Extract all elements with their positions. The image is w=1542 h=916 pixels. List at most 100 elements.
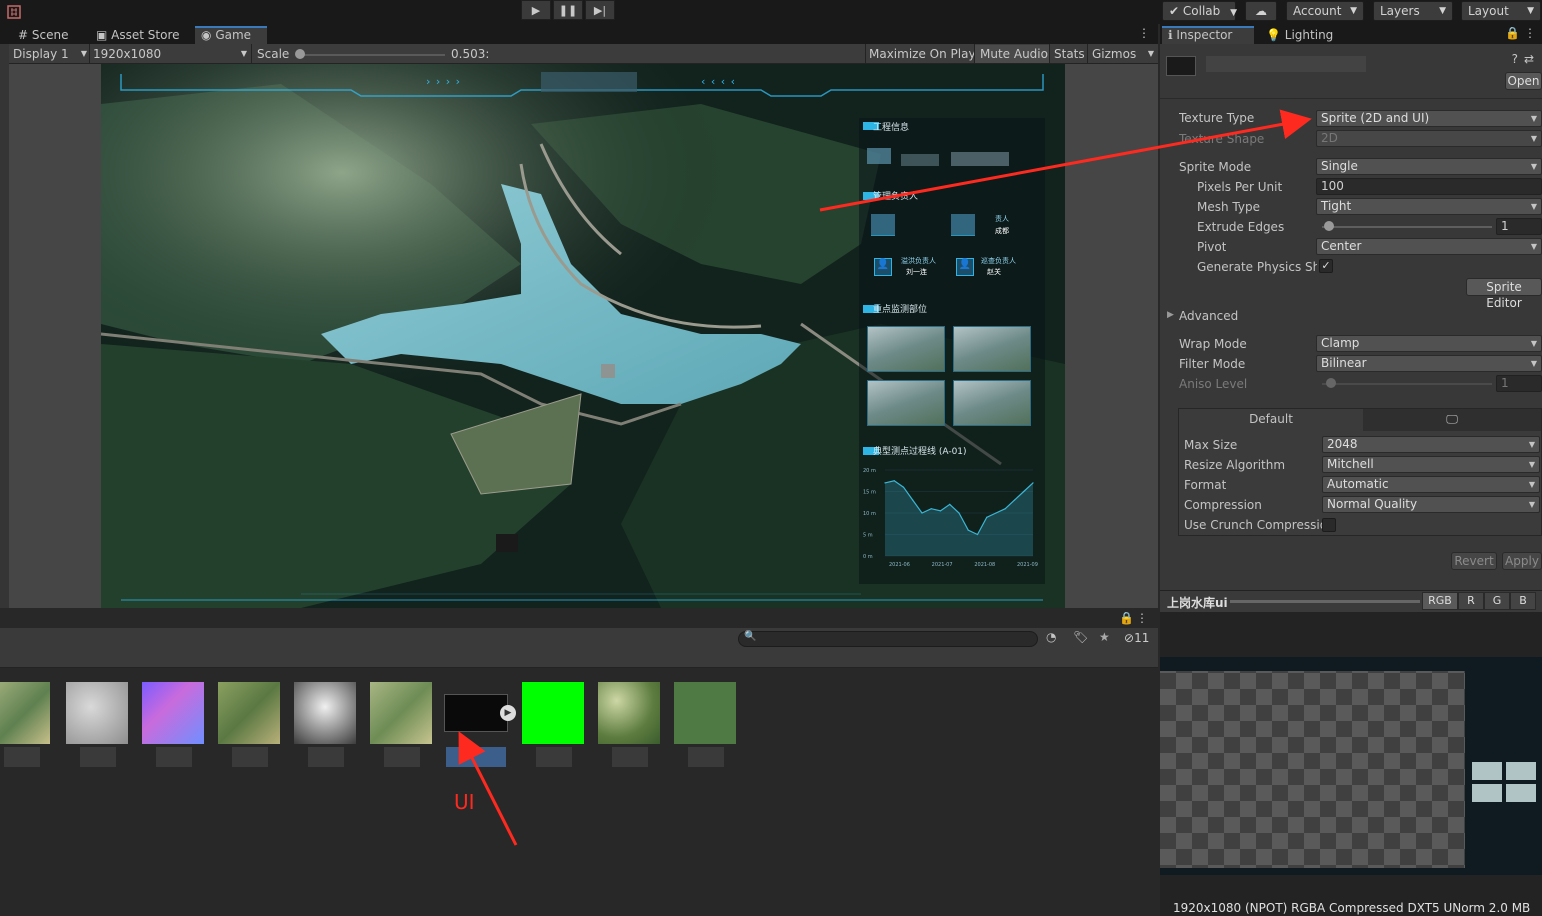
scene-tabbar: # Scene ▣ Asset Store ◉ Game ⋮ [0, 24, 1158, 45]
asset-label [536, 747, 572, 767]
aniso-level-field: 1 [1496, 375, 1542, 392]
lock-icon[interactable]: 🔒 [1119, 611, 1134, 625]
asset-preview-icon [1166, 56, 1196, 76]
open-button[interactable]: Open [1505, 72, 1542, 90]
stats-toggle[interactable]: Stats [1054, 45, 1085, 63]
mesh-type-dropdown[interactable]: Tight ▼ [1316, 198, 1542, 215]
compression-dropdown[interactable]: Normal Quality ▼ [1322, 496, 1540, 513]
tab-platform-standalone[interactable]: 🖵 [1363, 409, 1541, 431]
chart-point [967, 529, 969, 531]
display-dropdown[interactable]: Display 1 ▼ [13, 45, 89, 63]
asset-label [156, 747, 192, 767]
more-options-icon[interactable]: ⋮ [1138, 26, 1150, 40]
asset-thumbnail[interactable] [370, 682, 432, 744]
extrude-slider-handle[interactable] [1324, 221, 1334, 231]
game-render[interactable]: › › › › ‹ ‹ ‹ ‹ 工程信息 管理负责人 责人 成都 👤 溢洪负责人… [101, 64, 1065, 608]
texture-shape-dropdown: 2D ▼ [1316, 130, 1542, 147]
channel-r-toggle[interactable]: R [1458, 592, 1484, 610]
more-options-icon[interactable]: ⋮ [1524, 26, 1536, 40]
asset-label [308, 747, 344, 767]
foldout-arrow-icon[interactable]: ▶ [1167, 310, 1174, 320]
asset-thumbnail[interactable] [66, 682, 128, 744]
more-options-icon[interactable]: ⋮ [1136, 611, 1148, 625]
channel-rgb-toggle[interactable]: RGB [1422, 592, 1458, 610]
advanced-foldout[interactable]: Advanced [1179, 309, 1238, 323]
layers-dropdown[interactable]: Layers ▼ [1373, 1, 1453, 21]
maximize-on-play-toggle[interactable]: Maximize On Play [869, 45, 976, 63]
play-preview-icon[interactable]: ▶ [500, 705, 516, 721]
preset-icon[interactable]: ⇄ [1524, 52, 1534, 66]
preview-thumb [1472, 784, 1502, 802]
chart-point [884, 482, 886, 484]
scale-slider-track[interactable] [297, 54, 445, 56]
favorite-star-icon[interactable]: ★ [1099, 630, 1110, 644]
asset-thumbnail[interactable] [674, 682, 736, 744]
extrude-edges-field[interactable]: 1 [1496, 218, 1542, 235]
collab-button[interactable]: ✔ Collab ▼ [1162, 1, 1237, 21]
pause-button[interactable]: ❚❚ [553, 0, 583, 20]
cloud-button[interactable]: ☁ [1245, 1, 1277, 21]
scale-slider-handle[interactable] [295, 49, 305, 59]
extrude-slider-track[interactable] [1322, 226, 1492, 228]
max-size-dropdown[interactable]: 2048 ▼ [1322, 436, 1540, 453]
tab-lighting[interactable]: 💡 Lighting [1260, 26, 1339, 45]
help-icon[interactable]: ? [1512, 52, 1518, 66]
game-view[interactable]: › › › › ‹ ‹ ‹ ‹ 工程信息 管理负责人 责人 成都 👤 溢洪负责人… [9, 64, 1158, 608]
chart-x-tick: 2021-08 [974, 562, 995, 568]
unity-menu-icon[interactable] [6, 4, 22, 20]
mute-audio-toggle[interactable]: Mute Audio [975, 45, 1049, 63]
pixels-per-unit-field[interactable]: 100 [1316, 178, 1542, 195]
sprite-editor-button[interactable]: Sprite Editor [1466, 278, 1542, 310]
tab-game[interactable]: ◉ Game [195, 26, 267, 45]
asset-thumbnail[interactable] [294, 682, 356, 744]
resolution-dropdown[interactable]: 1920x1080 ▼ [93, 45, 249, 63]
filter-mode-dropdown[interactable]: Bilinear ▼ [1316, 355, 1542, 372]
channel-g-toggle[interactable]: G [1484, 592, 1510, 610]
aniso-level-label: Aniso Level [1179, 377, 1248, 391]
info-tile [867, 148, 891, 164]
use-crunch-checkbox[interactable] [1322, 518, 1336, 532]
asset-thumbnail[interactable] [522, 682, 584, 744]
filter-by-type-icon[interactable]: ◔ [1046, 630, 1056, 644]
chart-point [912, 499, 914, 501]
format-dropdown[interactable]: Automatic ▼ [1322, 476, 1540, 493]
play-button[interactable]: ▶ [521, 0, 551, 20]
sprite-mode-dropdown[interactable]: Single ▼ [1316, 158, 1542, 175]
channel-b-toggle[interactable]: B [1510, 592, 1536, 610]
monitor-thumbnail [867, 326, 945, 372]
account-dropdown[interactable]: Account ▼ [1286, 1, 1364, 21]
chart-y-tick: 20 m [863, 468, 876, 474]
tab-asset-store[interactable]: ▣ Asset Store [90, 26, 186, 45]
tab-scene[interactable]: # Scene [12, 26, 74, 45]
filter-by-label-icon[interactable]: 🏷 [1073, 630, 1088, 644]
panel-title-managers: 管理负责人 [873, 192, 919, 202]
asset-thumbnail[interactable] [218, 682, 280, 744]
revert-button[interactable]: Revert [1451, 552, 1497, 570]
chart-point [958, 512, 960, 514]
process-line-chart: 20 m 15 m 10 m 5 m 0 m 2021-06 2021-07 2021-08 2… [861, 464, 1039, 574]
step-button[interactable]: ▶| [585, 0, 615, 20]
asset-name-field [1206, 56, 1366, 72]
inspector-tabbar: ℹ Inspector 💡 Lighting 🔒 ⋮ [1160, 24, 1542, 45]
wrap-mode-dropdown[interactable]: Clamp ▼ [1316, 335, 1542, 352]
search-input[interactable]: 🔍 [738, 631, 1038, 647]
texture-type-dropdown[interactable]: Sprite (2D and UI) ▼ [1316, 110, 1542, 127]
pivot-dropdown[interactable]: Center ▼ [1316, 238, 1542, 255]
asset-thumbnail[interactable] [598, 682, 660, 744]
ui-texture-thumbnail[interactable] [444, 694, 508, 732]
preview-mip-slider[interactable] [1230, 600, 1420, 603]
person1-role: 溢洪负责人 [901, 257, 936, 265]
lock-icon[interactable]: 🔒 [1505, 26, 1520, 40]
tab-inspector[interactable]: ℹ Inspector [1162, 26, 1254, 45]
asset-thumbnail[interactable] [0, 682, 50, 744]
chevron-down-icon: ▼ [1530, 359, 1537, 368]
hidden-packages-toggle[interactable]: ⊘11 [1124, 631, 1149, 645]
apply-button[interactable]: Apply [1502, 552, 1542, 570]
resize-algorithm-dropdown[interactable]: Mitchell ▼ [1322, 456, 1540, 473]
generate-physics-checkbox[interactable]: ✓ [1319, 259, 1333, 273]
layout-dropdown[interactable]: Layout ▼ [1461, 1, 1541, 21]
gizmos-dropdown[interactable]: Gizmos ▼ [1092, 45, 1156, 63]
asset-thumbnail[interactable] [142, 682, 204, 744]
chart-point [1023, 490, 1025, 493]
tab-platform-default[interactable]: Default [1179, 409, 1363, 431]
